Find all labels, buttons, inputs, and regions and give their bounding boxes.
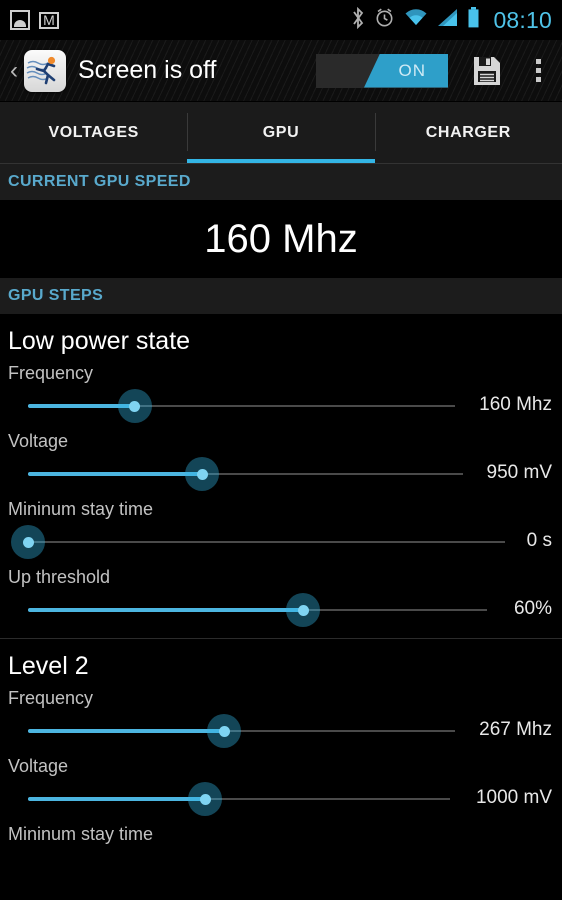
gpu-setting-label: Voltage [8, 431, 69, 451]
gpu-setting-slider[interactable] [11, 522, 505, 562]
gpu-setting-row: Voltage 950 mV [0, 426, 562, 494]
gpu-setting-label: Frequency [8, 688, 94, 708]
gpu-setting-slider[interactable] [28, 590, 487, 630]
toggle-label: ON [398, 60, 426, 80]
tab-voltages[interactable]: VOLTAGES [0, 102, 187, 164]
tab-gpu[interactable]: GPU [187, 102, 375, 164]
gpu-step-group-title: Low power state [8, 327, 191, 355]
gpu-setting-value: 950 mV [486, 462, 552, 483]
gpu-setting-slider[interactable] [28, 711, 455, 751]
gpu-setting-value: 60% [513, 598, 552, 619]
status-bar-right-icons: 08:10 [351, 6, 552, 34]
overflow-dot [535, 77, 541, 82]
tab-label: VOLTAGES [48, 124, 139, 141]
back-caret-icon[interactable]: ‹ [6, 58, 22, 83]
slider-track-fill [28, 729, 225, 733]
tab-bar-divider [0, 163, 562, 164]
gpu-setting-row: Voltage 1000 mV [0, 751, 562, 819]
tab-bar: VOLTAGES GPU CHARGER [0, 102, 562, 164]
trickster-mod-app-icon[interactable] [24, 49, 66, 92]
gallery-icon [10, 10, 30, 30]
gpu-setting-slider-line: 950 mV [0, 454, 562, 494]
slider-thumb[interactable] [117, 389, 152, 423]
bluetooth-icon [351, 6, 365, 34]
save-floppy-icon[interactable] [470, 53, 504, 89]
action-bar: ‹ Screen is off ON [0, 40, 562, 102]
page-title: Screen is off [78, 56, 217, 84]
gpu-step-group: Low power state Frequency 160 Mhz Voltage 95… [0, 314, 562, 638]
slider-thumb[interactable] [207, 714, 242, 748]
gpu-setting-value: 0 s [526, 530, 552, 551]
gpu-setting-slider-line: 60% [0, 590, 562, 630]
status-bar-left-icons [10, 10, 59, 30]
tab-label: CHARGER [425, 124, 511, 141]
gpu-setting-value: 1000 mV [475, 787, 552, 808]
battery-icon [467, 7, 480, 33]
gpu-setting-slider-line: 267 Mhz [0, 711, 562, 751]
gpu-setting-slider-line: 1000 mV [0, 779, 562, 819]
cellular-signal-icon [437, 8, 458, 32]
gpu-setting-value: 160 Mhz [479, 394, 552, 415]
gpu-setting-label: Mininum stay time [8, 499, 154, 519]
gpu-setting-slider[interactable] [28, 779, 450, 819]
gpu-step-group: Level 2 Frequency 267 Mhz Voltage 1000 mV Min… [0, 638, 562, 855]
status-bar: 08:10 [0, 0, 562, 40]
overflow-menu-icon[interactable] [528, 54, 548, 88]
slider-track-fill [28, 797, 206, 801]
tab-label: GPU [262, 124, 300, 141]
slider-thumb[interactable] [188, 782, 223, 816]
slider-track [28, 541, 505, 543]
gpu-steps-list: Low power state Frequency 160 Mhz Voltage 95… [0, 314, 562, 855]
gpu-setting-row: Mininum stay time [0, 819, 562, 847]
slider-thumb[interactable] [286, 593, 321, 627]
gpu-setting-label: Up threshold [8, 567, 111, 587]
slider-track-fill [28, 608, 304, 612]
overflow-dot [535, 59, 541, 64]
gpu-step-group-title: Level 2 [8, 652, 89, 680]
app-screen: 08:10 ‹ Screen is of [0, 0, 562, 900]
slider-track-fill [28, 472, 202, 476]
gpu-setting-row: Frequency 160 Mhz [0, 358, 562, 426]
section-header-current-gpu-speed: CURRENT GPU SPEED [0, 164, 562, 200]
gpu-setting-slider-line: 0 s [0, 522, 562, 562]
gpu-setting-label: Frequency [8, 363, 94, 383]
gpu-setting-label: Mininum stay time [8, 824, 154, 844]
gpu-setting-label: Voltage [8, 756, 69, 776]
gpu-setting-row: Frequency 267 Mhz [0, 683, 562, 751]
alarm-clock-icon [374, 7, 395, 33]
gpu-setting-slider[interactable] [28, 386, 455, 426]
slider-thumb[interactable] [185, 457, 219, 491]
gpu-setting-slider[interactable] [28, 454, 463, 494]
current-gpu-speed-value: 160 Mhz [0, 200, 562, 278]
wifi-icon [404, 8, 428, 32]
gmail-icon [39, 11, 59, 29]
slider-thumb[interactable] [11, 525, 45, 559]
section-header-gpu-steps: GPU STEPS [0, 278, 562, 314]
gpu-setting-row: Up threshold 60% [0, 562, 562, 630]
gpu-setting-row: Mininum stay time 0 s [0, 494, 562, 562]
power-toggle[interactable]: ON [316, 53, 448, 88]
tab-charger[interactable]: CHARGER [374, 102, 562, 164]
gpu-setting-value: 267 Mhz [479, 719, 552, 740]
gpu-setting-slider-line: 160 Mhz [0, 386, 562, 426]
overflow-dot [535, 68, 541, 73]
status-bar-clock: 08:10 [493, 6, 552, 33]
